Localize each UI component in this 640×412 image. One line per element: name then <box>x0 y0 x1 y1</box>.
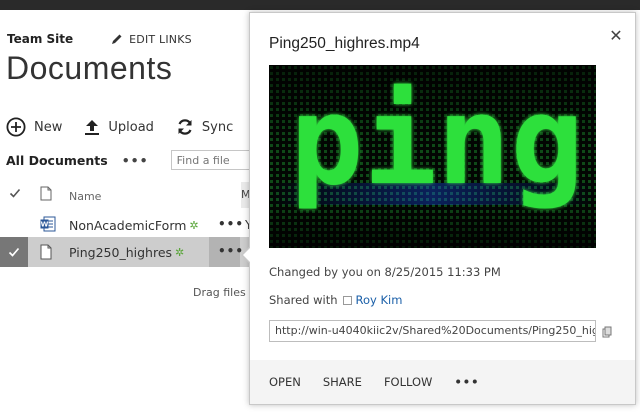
new-button[interactable]: New <box>6 117 62 137</box>
shared-with-row: Shared with Roy Kim <box>269 293 402 307</box>
checkmark-icon <box>8 247 20 257</box>
row-selected-checkbox[interactable] <box>0 237 28 267</box>
word-document-icon: W <box>40 216 56 232</box>
open-button[interactable]: OPEN <box>269 375 301 389</box>
more-actions-button[interactable]: ••• <box>454 375 479 389</box>
new-item-icon: ✲ <box>175 246 185 259</box>
document-type-icon <box>40 186 52 201</box>
shared-user-link[interactable]: Roy Kim <box>356 293 403 307</box>
name-column-header[interactable]: Name <box>69 190 101 203</box>
file-callout: Ping250_highres.mp4 ✕ ping ping Changed … <box>249 12 636 405</box>
shared-with-label: Shared with <box>269 293 338 307</box>
edit-links-label: EDIT LINKS <box>129 32 192 46</box>
svg-text:W: W <box>41 221 49 229</box>
file-name-text: NonAcademicForm <box>69 218 187 233</box>
edit-links-button[interactable]: EDIT LINKS <box>111 33 192 46</box>
page-title: Documents <box>6 50 173 86</box>
sync-label: Sync <box>201 119 234 135</box>
close-icon[interactable]: ✕ <box>607 27 625 45</box>
share-button[interactable]: SHARE <box>323 375 362 389</box>
file-name-text: Ping250_highres <box>69 245 173 260</box>
upload-button[interactable]: Upload <box>84 118 154 136</box>
ping-video-preview-image: ping ping <box>269 65 596 248</box>
video-thumbnail[interactable]: ping ping <box>269 65 596 248</box>
new-item-icon: ✲ <box>189 219 199 232</box>
file-url-field[interactable]: http://win-u4040kiic2v/Shared%20Document… <box>269 320 596 342</box>
upload-label: Upload <box>108 119 154 135</box>
changed-by-text: Changed by you on 8/25/2015 11:33 PM <box>269 265 501 279</box>
open-menu-button[interactable]: ••• <box>218 217 244 231</box>
preview-word: ping <box>290 70 584 212</box>
presence-indicator-icon <box>342 295 352 305</box>
callout-title[interactable]: Ping250_highres.mp4 <box>269 35 420 53</box>
select-all-checkmark-icon[interactable] <box>9 187 21 199</box>
callout-beak-inner <box>243 247 251 263</box>
file-name[interactable]: Ping250_highres ✲ <box>69 245 184 260</box>
sync-button[interactable]: Sync <box>176 118 233 136</box>
upload-icon <box>85 120 100 135</box>
follow-button[interactable]: FOLLOW <box>384 375 433 389</box>
list-header: Name M <box>0 182 250 208</box>
generic-file-icon <box>40 244 52 260</box>
command-bar: New Upload Sync <box>6 117 255 137</box>
list-item[interactable]: W NonAcademicForm ✲ ••• Y <box>0 211 252 239</box>
view-all-documents[interactable]: All Documents <box>6 153 108 168</box>
pencil-icon <box>112 34 122 44</box>
copy-link-icon[interactable] <box>602 326 612 338</box>
site-header: Team Site EDIT LINKS <box>7 32 192 46</box>
views-row: All Documents ••• <box>6 150 273 170</box>
view-more-button[interactable]: ••• <box>122 153 149 168</box>
file-name[interactable]: NonAcademicForm ✲ <box>69 218 199 233</box>
new-label: New <box>34 119 63 135</box>
sync-icon <box>178 119 192 135</box>
suite-bar <box>0 0 640 10</box>
list-item[interactable]: Ping250_highres ✲ ••• <box>0 237 250 267</box>
callout-actions: OPEN SHARE FOLLOW ••• <box>269 375 502 389</box>
site-title[interactable]: Team Site <box>7 32 73 46</box>
add-circle-icon <box>6 117 26 137</box>
